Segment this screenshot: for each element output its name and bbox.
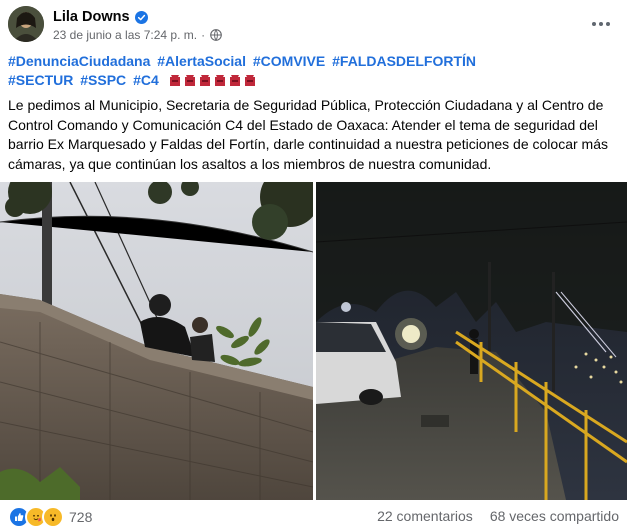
post-timestamp[interactable]: 23 de junio a las 7:24 p. m. (53, 28, 197, 42)
wow-icon (42, 506, 64, 528)
hashtag-list: #DenunciaCiudadana #AlertaSocial #COMVIV… (8, 52, 598, 90)
hashtag-link[interactable]: #DenunciaCiudadana (8, 53, 150, 69)
post-header: Lila Downs 23 de junio a las 7:24 p. m. … (0, 0, 627, 50)
hashtag-link[interactable]: #AlertaSocial (157, 53, 246, 69)
hashtag-link[interactable]: #SSPC (80, 72, 126, 88)
facebook-post: Lila Downs 23 de junio a las 7:24 p. m. … (0, 0, 627, 530)
post-footer: 728 22 comentarios 68 veces compartido (0, 500, 627, 530)
red-flag-icon (169, 75, 180, 86)
post-meta: 23 de junio a las 7:24 p. m. · (53, 28, 222, 42)
author-avatar[interactable] (8, 6, 44, 42)
photo-wall-people[interactable] (0, 182, 313, 500)
author-row: Lila Downs (53, 8, 148, 26)
engagement-stats: 22 comentarios 68 veces compartido (377, 508, 619, 524)
post-body-text: Le pedimos al Municipio, Secretaria de S… (8, 97, 608, 172)
meta-separator: · (201, 28, 206, 42)
more-options-icon[interactable] (587, 12, 615, 36)
globe-icon[interactable] (210, 29, 222, 41)
red-flag-icon (199, 75, 210, 86)
reaction-count: 728 (69, 509, 93, 525)
hashtag-link[interactable]: #FALDASDELFORTÍN (332, 53, 476, 69)
shares-link[interactable]: 68 veces compartido (490, 508, 619, 524)
red-flag-icon (244, 75, 255, 86)
comments-link[interactable]: 22 comentarios (377, 508, 473, 524)
author-name[interactable]: Lila Downs (53, 9, 130, 25)
verified-badge-icon (134, 10, 148, 24)
red-flag-icon (184, 75, 195, 86)
hashtag-link[interactable]: #C4 (133, 72, 159, 88)
photo-grid (0, 182, 627, 500)
photo-night-street[interactable] (316, 182, 627, 500)
red-flag-icon (229, 75, 240, 86)
hashtag-link[interactable]: #SECTUR (8, 72, 73, 88)
reaction-summary[interactable]: 728 (8, 506, 92, 528)
red-flag-icon (214, 75, 225, 86)
hashtag-link[interactable]: #COMVIVE (253, 53, 325, 69)
flag-emoji-row (169, 74, 256, 87)
